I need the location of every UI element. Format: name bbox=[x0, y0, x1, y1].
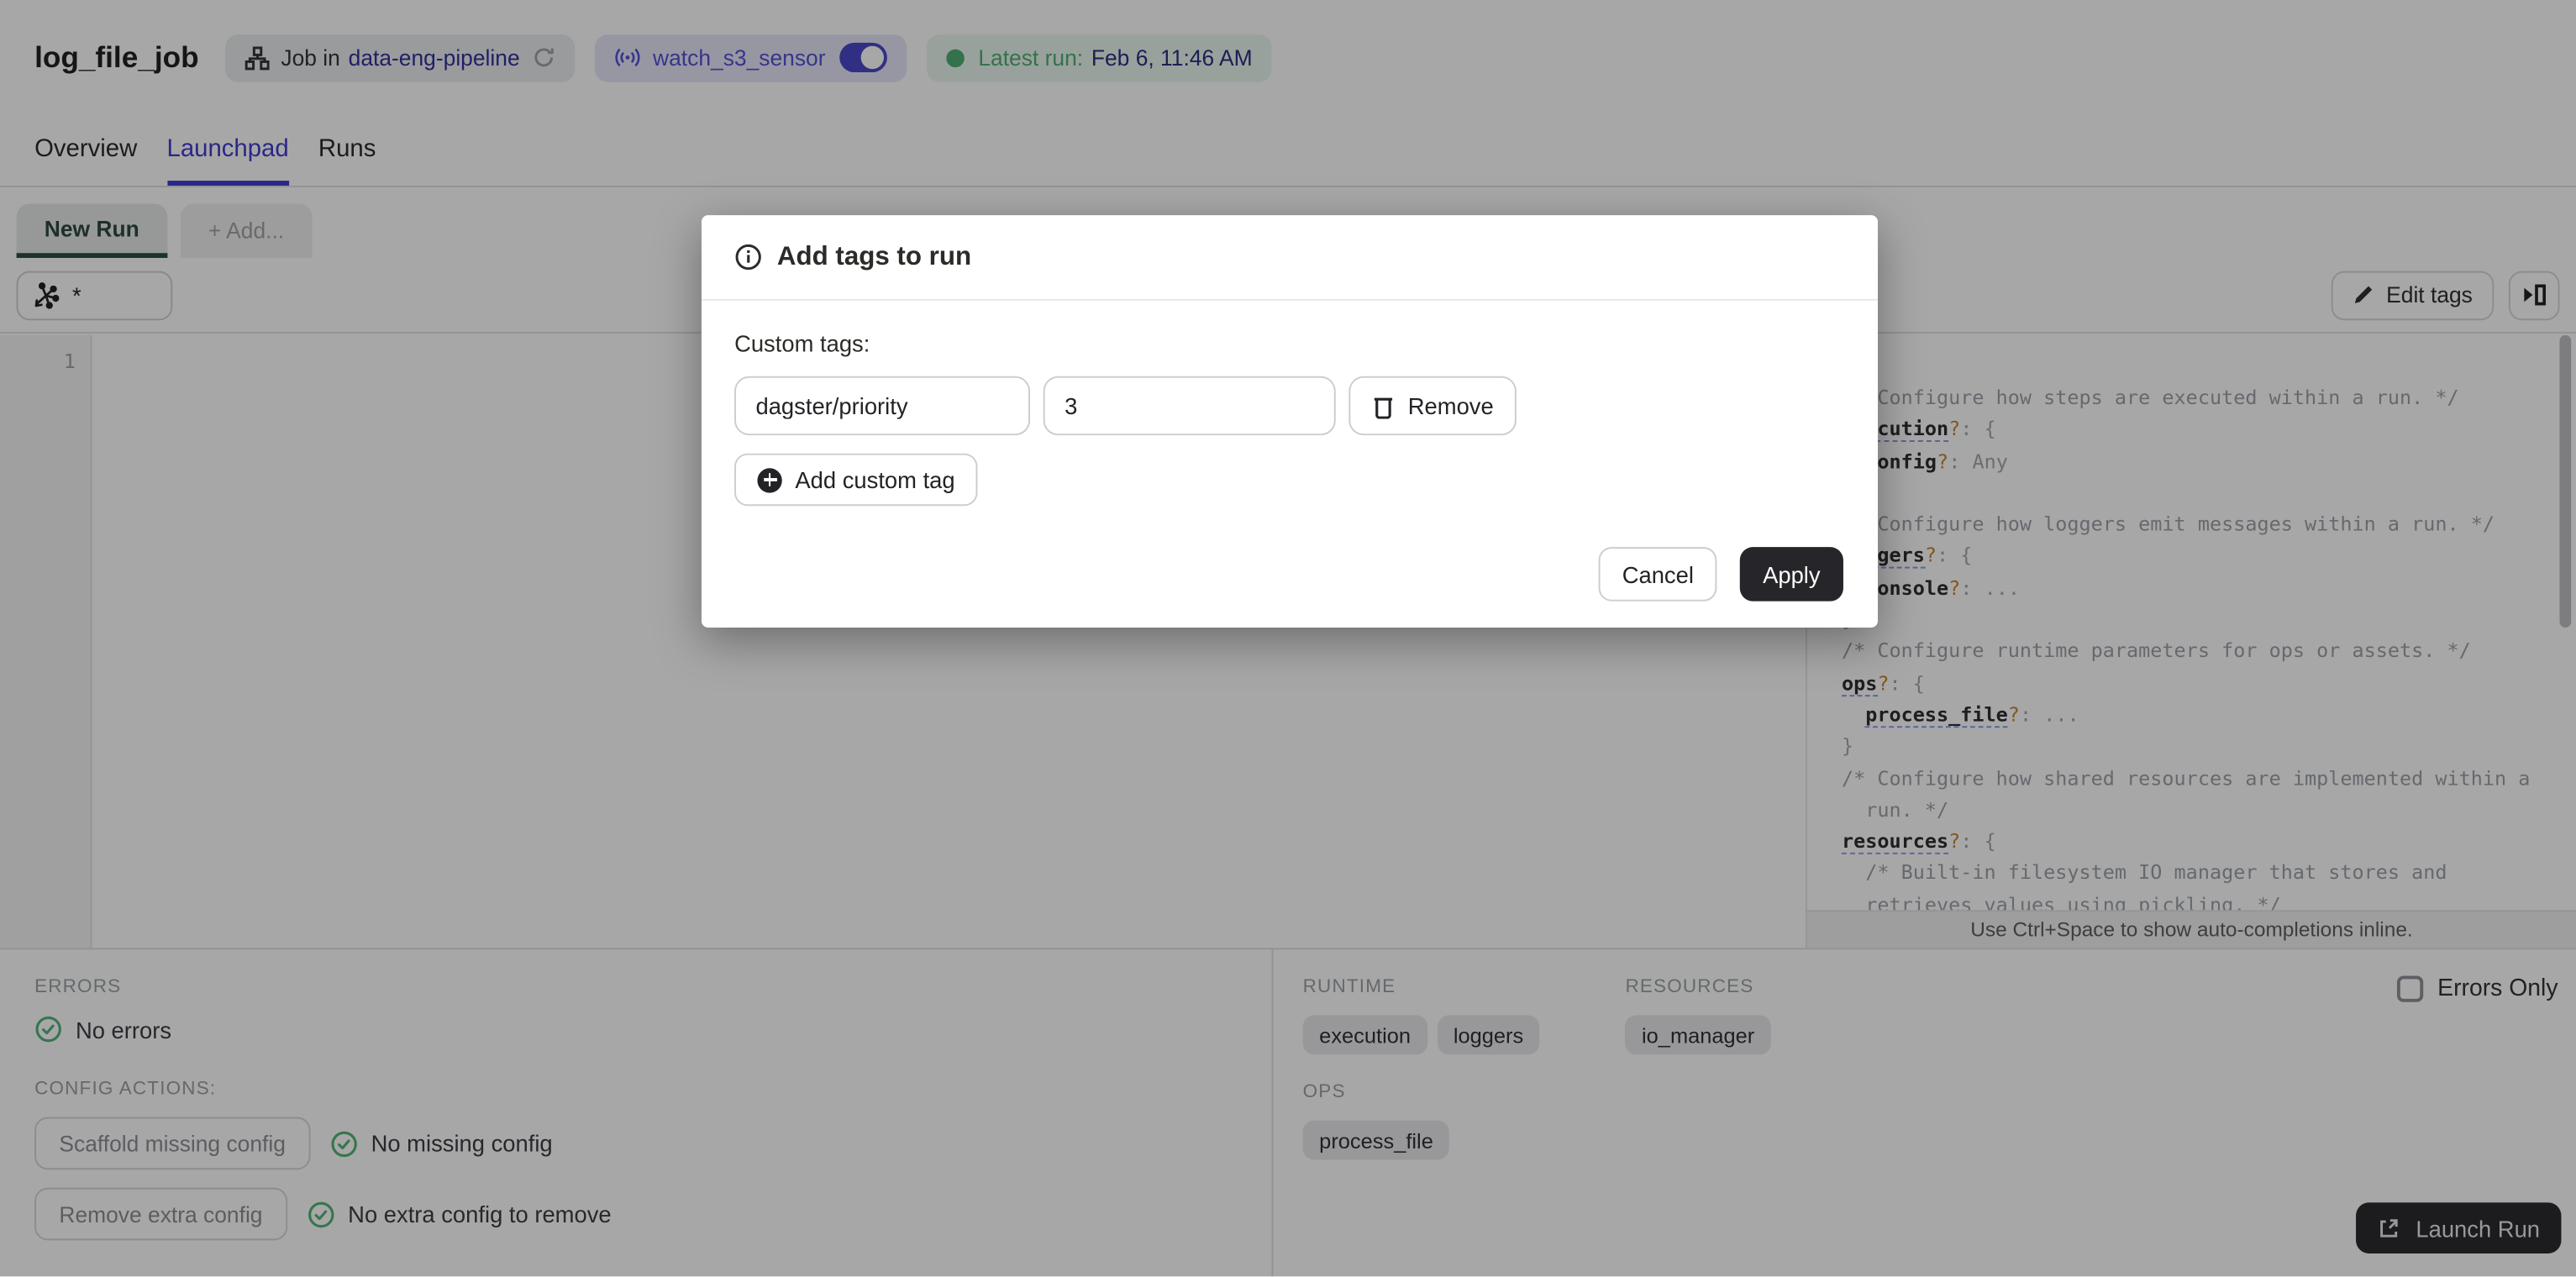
add-tags-dialog: Add tags to run Custom tags: Remove Add … bbox=[701, 215, 1879, 628]
dialog-body: Custom tags: Remove Add custom tag bbox=[702, 301, 1878, 507]
custom-tags-label: Custom tags: bbox=[734, 330, 870, 357]
tag-key-input[interactable] bbox=[734, 376, 1031, 436]
trash-icon bbox=[1372, 393, 1395, 418]
dialog-footer: Cancel Apply bbox=[702, 506, 1878, 628]
dialog-title: Add tags to run bbox=[776, 242, 972, 271]
tag-editor-row: Remove bbox=[734, 376, 1845, 436]
modal-overlay[interactable] bbox=[0, 0, 2576, 1277]
dialog-header: Add tags to run bbox=[701, 215, 1879, 301]
cancel-button[interactable]: Cancel bbox=[1599, 547, 1717, 602]
dagster-launchpad-screen: log_file_job Job in data-eng-pipeline wa… bbox=[0, 0, 2576, 1277]
apply-button[interactable]: Apply bbox=[1739, 547, 1843, 602]
info-icon bbox=[734, 243, 762, 271]
tag-value-input[interactable] bbox=[1043, 376, 1336, 436]
plus-circle-icon bbox=[757, 467, 782, 492]
remove-tag-button[interactable]: Remove bbox=[1348, 376, 1517, 436]
add-custom-tag-button[interactable]: Add custom tag bbox=[734, 453, 979, 507]
